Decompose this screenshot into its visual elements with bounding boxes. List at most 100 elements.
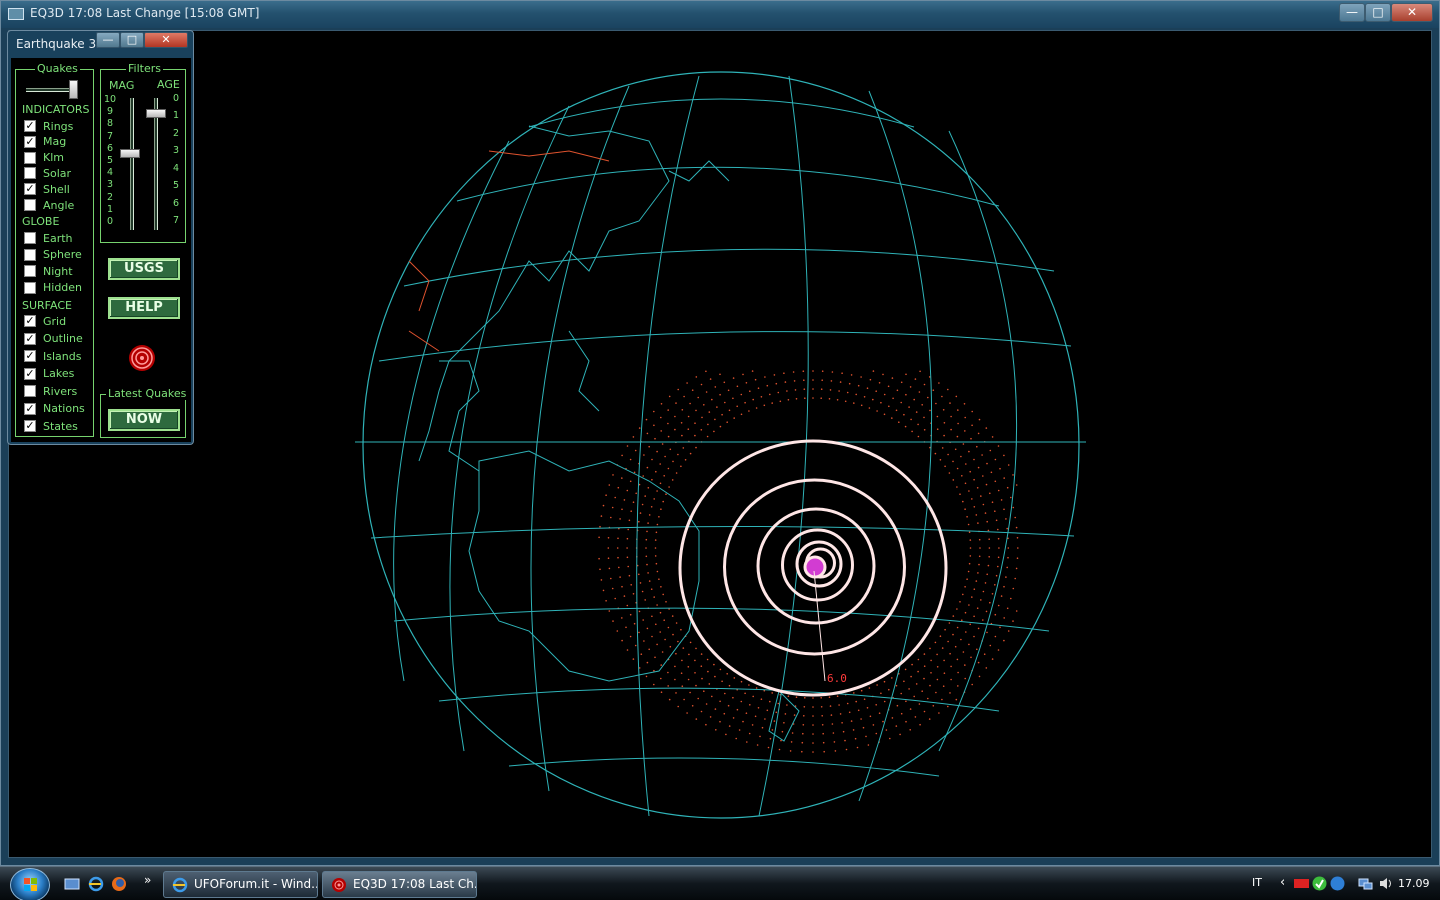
shell-dot — [754, 378, 757, 381]
angle-checkbox[interactable] — [24, 199, 36, 211]
shell-dot — [599, 525, 601, 528]
shell-dot — [711, 398, 713, 401]
checkbox-row-klm[interactable]: Klm — [24, 151, 64, 165]
checkbox-row-rivers[interactable]: Rivers — [24, 384, 77, 398]
taskbar-task-ufoforum[interactable]: UFOForum.it - Wind... — [163, 871, 318, 898]
shell-dot — [923, 416, 925, 419]
minimize-button[interactable]: — — [1339, 3, 1365, 22]
panel-maximize-button[interactable]: □ — [120, 32, 144, 48]
volume-icon[interactable] — [1378, 876, 1393, 891]
panel-close-button[interactable]: ✕ — [144, 32, 188, 48]
shell-dot — [681, 685, 684, 687]
internet-explorer-icon[interactable] — [88, 876, 104, 892]
shell-dot — [1012, 587, 1015, 590]
checkbox-row-solar[interactable]: Solar — [24, 166, 71, 180]
shell-dot — [669, 448, 672, 451]
shell-dot — [602, 504, 605, 507]
main-title-bar[interactable]: EQ3D 17:08 Last Change [15:08 GMT] — □ ✕ — [1, 1, 1439, 28]
mag-checkbox[interactable]: ✓ — [24, 135, 36, 148]
quakes-slider-thumb[interactable] — [69, 80, 79, 99]
solar-checkbox[interactable] — [24, 167, 36, 180]
shell-dot — [923, 653, 926, 655]
rivers-checkbox[interactable] — [24, 385, 36, 397]
security-check-icon[interactable] — [1312, 876, 1327, 891]
lakes-checkbox[interactable]: ✓ — [24, 367, 36, 380]
quakes-slider-track[interactable] — [26, 88, 74, 92]
shell-dot — [971, 596, 973, 598]
islands-checkbox[interactable]: ✓ — [24, 350, 36, 362]
shell-dot — [948, 472, 951, 474]
shell-dot — [1003, 454, 1005, 457]
shell-dot — [1006, 566, 1008, 569]
shell-dot — [952, 615, 955, 617]
checkbox-row-shell[interactable]: ✓ Shell — [24, 182, 70, 196]
shell-dot — [668, 486, 670, 488]
now-button[interactable]: NOW — [108, 409, 180, 431]
globe-viewport[interactable]: 6.0 — [8, 30, 1432, 858]
hidden-checkbox[interactable] — [24, 281, 36, 294]
checkbox-row-states[interactable]: ✓ States — [24, 419, 78, 433]
panel-minimize-button[interactable]: — — [96, 32, 120, 48]
checkbox-row-islands[interactable]: ✓ Islands — [24, 349, 81, 363]
checkbox-row-angle[interactable]: Angle — [24, 198, 74, 212]
help-button[interactable]: HELP — [108, 297, 180, 319]
start-button[interactable] — [10, 868, 50, 900]
outline-checkbox[interactable]: ✓ — [24, 332, 36, 345]
checkbox-row-hidden[interactable]: Hidden — [24, 281, 82, 295]
shell-dot — [875, 390, 877, 393]
checkbox-row-sphere[interactable]: Sphere — [24, 248, 82, 262]
earth-checkbox[interactable] — [24, 232, 36, 244]
shell-dot — [967, 523, 970, 526]
maximize-button[interactable]: □ — [1365, 3, 1391, 22]
main-window-title: EQ3D 17:08 Last Change [15:08 GMT] — [30, 6, 260, 20]
nations-checkbox[interactable]: ✓ — [24, 402, 36, 415]
antivirus-icon[interactable] — [1294, 876, 1309, 891]
messenger-icon[interactable] — [1330, 876, 1345, 891]
mag-tick-label: 2 — [106, 191, 114, 203]
shell-dot — [1014, 516, 1016, 519]
checkbox-row-lakes[interactable]: ✓ Lakes — [24, 367, 74, 381]
tray-expand-icon[interactable]: ‹ — [1280, 875, 1285, 890]
checkbox-row-earth[interactable]: Earth — [24, 231, 73, 245]
system-clock[interactable]: 17.09 — [1398, 877, 1430, 890]
quicklaunch-more-button[interactable]: » — [144, 873, 151, 887]
shell-dot — [812, 751, 814, 753]
checkbox-row-night[interactable]: Night — [24, 264, 73, 278]
checkbox-row-rings[interactable]: ✓ Rings — [24, 119, 73, 133]
checkbox-row-mag[interactable]: ✓ Mag — [24, 135, 66, 149]
age-tick-label: 4 — [172, 162, 180, 174]
shell-dot — [954, 645, 957, 648]
usgs-button[interactable]: USGS — [108, 258, 180, 280]
language-indicator[interactable]: IT — [1252, 876, 1262, 889]
shell-dot — [655, 623, 657, 626]
globe-canvas[interactable]: 6.0 — [9, 31, 1432, 858]
night-checkbox[interactable] — [24, 265, 36, 277]
shell-dot — [728, 684, 731, 687]
age-slider-thumb[interactable] — [146, 109, 166, 119]
shell-dot — [853, 402, 855, 404]
states-checkbox[interactable]: ✓ — [24, 420, 36, 432]
firefox-icon[interactable] — [111, 876, 127, 892]
checkbox-row-grid[interactable]: ✓ Grid — [24, 314, 66, 328]
shell-dot — [645, 547, 647, 549]
taskbar-task-eq3d[interactable]: EQ3D 17:08 Last Ch... — [322, 871, 477, 898]
shell-dot — [921, 404, 923, 406]
shell-dot — [989, 449, 992, 452]
klm-checkbox[interactable] — [24, 151, 36, 164]
shell-checkbox[interactable]: ✓ — [24, 183, 36, 196]
shell-dot — [656, 604, 658, 606]
checkbox-row-nations[interactable]: ✓ Nations — [24, 402, 85, 416]
mag-slider-track[interactable] — [130, 98, 134, 230]
shell-dot — [880, 401, 882, 404]
checkbox-row-outline[interactable]: ✓ Outline — [24, 332, 83, 346]
grid-checkbox[interactable]: ✓ — [24, 315, 36, 327]
earthquake-3d-panel: Earthquake 3D — □ ✕ Quakes INDICATORS ✓ R… — [7, 30, 194, 445]
close-button[interactable]: ✕ — [1391, 3, 1433, 22]
mag-slider-thumb[interactable] — [120, 148, 140, 158]
sphere-checkbox[interactable] — [24, 248, 36, 261]
show-desktop-icon[interactable] — [64, 876, 80, 892]
shell-dot — [820, 706, 823, 708]
shell-dot — [646, 627, 649, 630]
network-icon[interactable] — [1358, 876, 1373, 891]
rings-checkbox[interactable]: ✓ — [24, 120, 36, 132]
